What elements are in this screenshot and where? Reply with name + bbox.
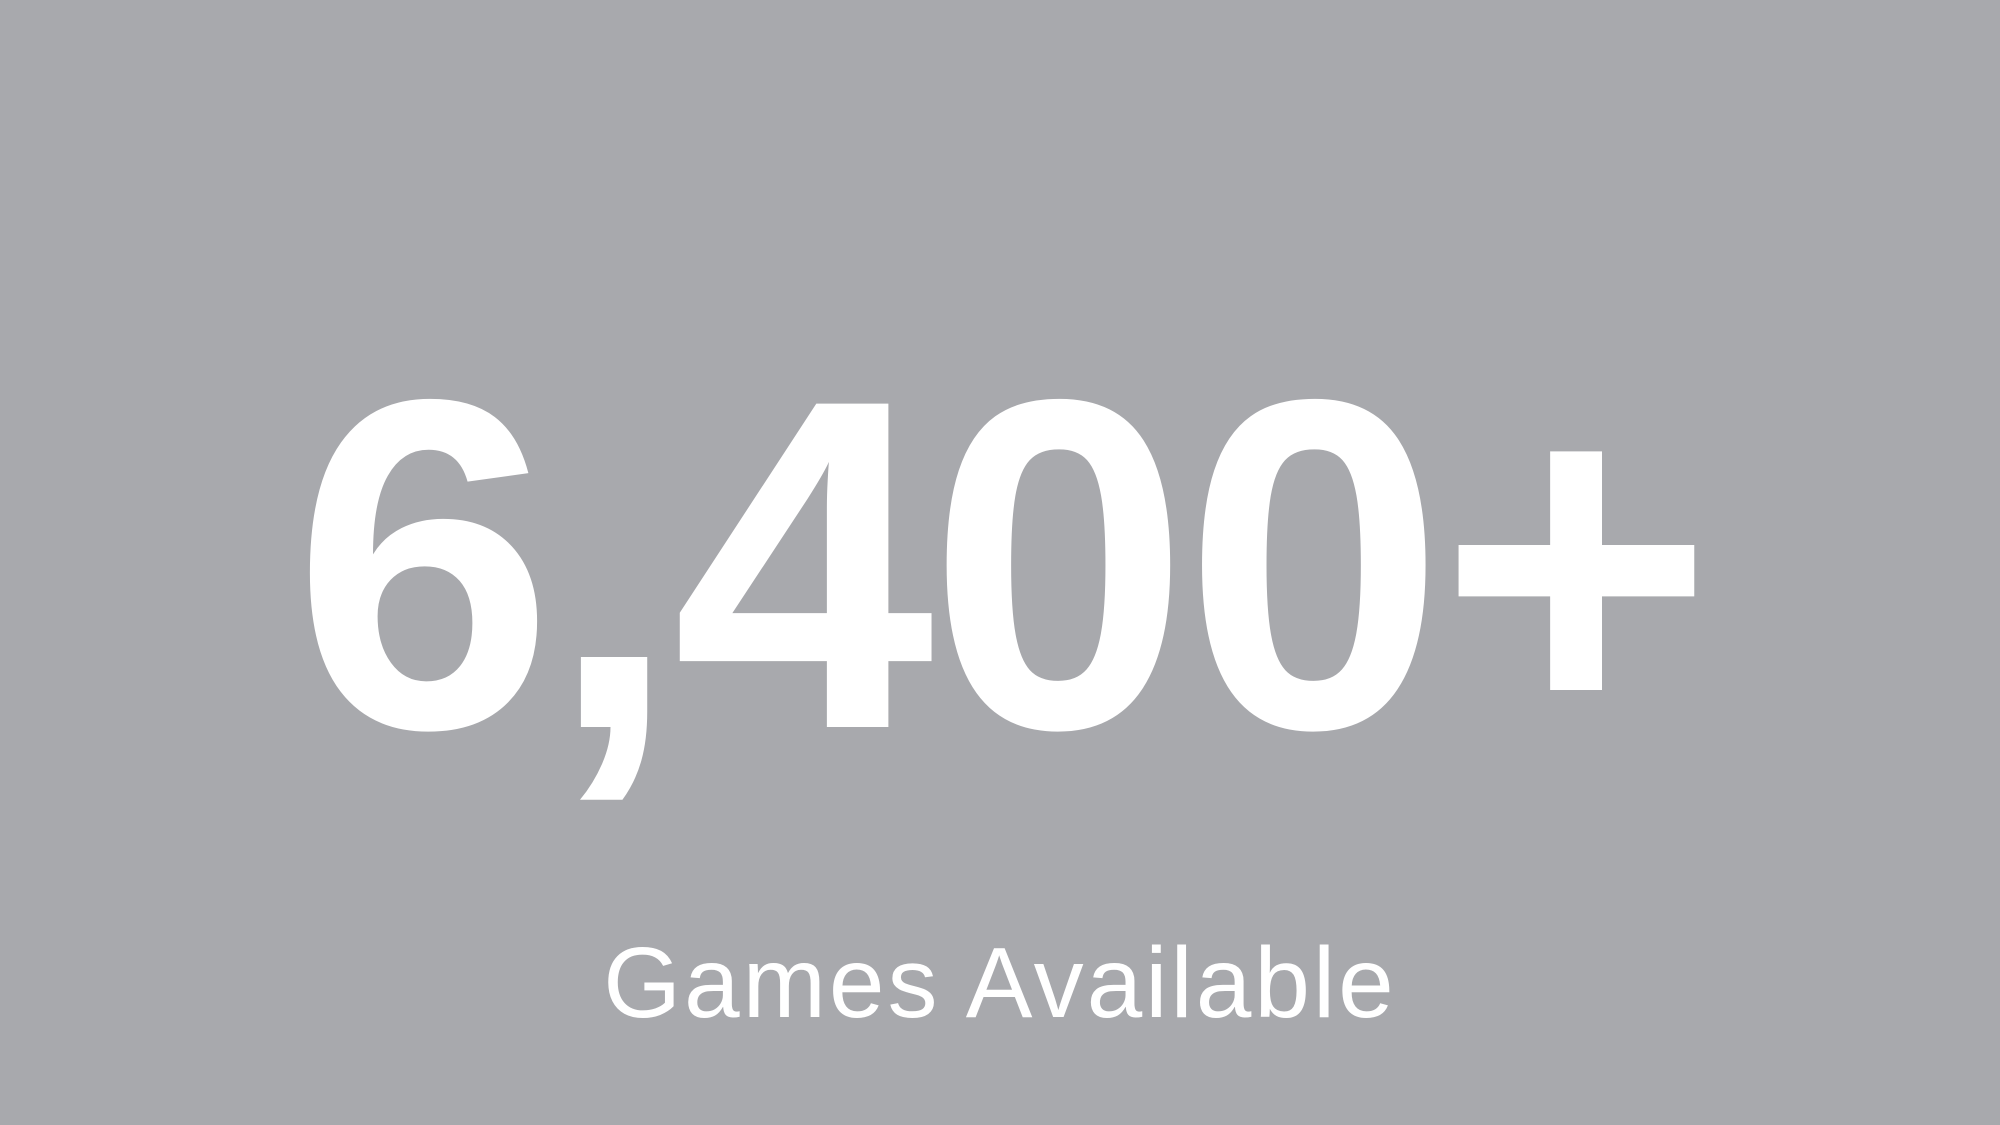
stat-value: 6,400+ bbox=[292, 302, 1714, 827]
stat-card: 6,400+ Games Available bbox=[0, 0, 2000, 1125]
stat-label: Games Available bbox=[603, 927, 1397, 1039]
